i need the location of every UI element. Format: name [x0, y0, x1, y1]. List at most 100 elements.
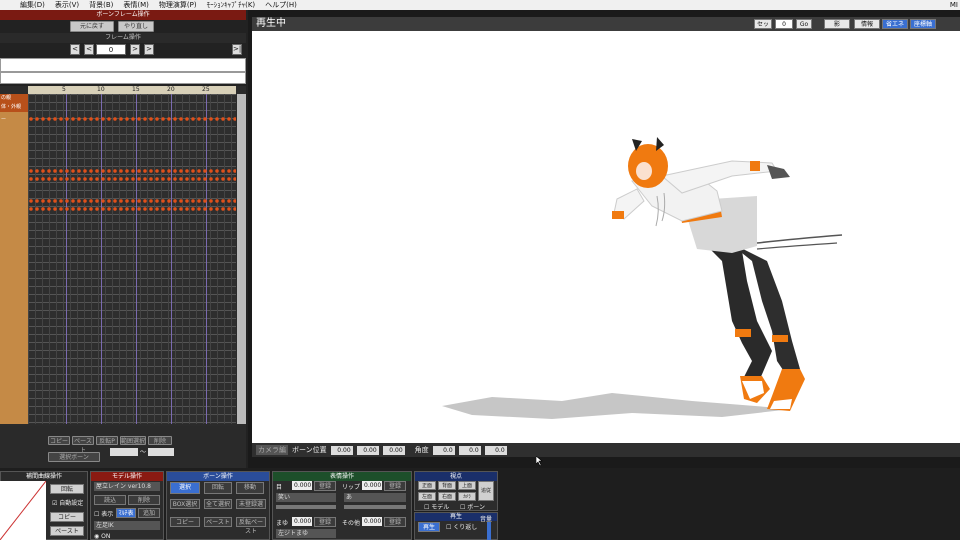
box-select-button[interactable]: BOX選択 [170, 499, 200, 509]
interp-paste-button[interactable]: ペースト [50, 526, 84, 536]
position-x-field[interactable]: 0.00 [330, 445, 353, 455]
other-value-field[interactable]: 0.000 [362, 517, 382, 526]
auto-set-checkbox[interactable]: ☑ 自動設定 [52, 498, 83, 507]
other-register-button[interactable]: 登録 [384, 517, 406, 527]
reverse-paste-button[interactable]: 反転P [96, 436, 118, 445]
play-button[interactable]: 再生 [418, 522, 440, 532]
range-select-button[interactable]: 範囲選択 [120, 436, 146, 445]
paste-button[interactable]: ペースト [72, 436, 94, 454]
model-add-button[interactable]: 追加 [138, 508, 160, 518]
lip-slider[interactable] [344, 505, 406, 509]
range-end-input[interactable] [148, 448, 174, 456]
bone-move-button[interactable]: 移動 [236, 482, 264, 494]
info-button[interactable]: 情報 [854, 19, 880, 29]
bone-select-button[interactable]: 選択 [170, 482, 200, 494]
frame-next-button[interactable]: > [130, 44, 140, 55]
lip-morph-select[interactable]: あ [344, 493, 406, 502]
interp-copy-button[interactable]: コピー [50, 512, 84, 522]
menu-physics[interactable]: 物理演算(P) [159, 0, 197, 10]
3d-viewport[interactable] [252, 31, 960, 443]
view-left-button[interactable]: 左面 [418, 492, 436, 501]
angle-z-field[interactable]: 0.0 [484, 445, 507, 455]
menu-capture[interactable]: ﾓｰｼｮﾝｷｬﾌﾟﾁｬ(K) [207, 0, 256, 10]
eye-value-field[interactable]: 0.000 [292, 481, 312, 490]
camera-edit-button[interactable]: カメラ編 [256, 445, 288, 455]
model-select[interactable]: 屋立レイン ver10.8 [94, 482, 160, 491]
bone-filter-field[interactable] [0, 72, 246, 84]
lip-register-button[interactable]: 登録 [384, 481, 406, 491]
keyframe-row[interactable] [28, 168, 236, 174]
position-y-field[interactable]: 0.00 [356, 445, 379, 455]
timeline-scrollbar[interactable] [237, 94, 246, 424]
copy-button[interactable]: コピー [48, 436, 70, 445]
timeline-grid[interactable] [28, 94, 236, 424]
timeline-label[interactable]: ー [0, 116, 28, 125]
angle-x-field[interactable]: 0.0 [432, 445, 455, 455]
select-all-button[interactable]: 全て選択 [204, 499, 232, 509]
undo-button[interactable]: 元に戻す [70, 21, 114, 32]
eye-slider[interactable] [276, 505, 336, 509]
interp-rotate-button[interactable]: 回転 [50, 484, 84, 494]
track-model-checkbox[interactable]: ☐ モデル [424, 502, 449, 511]
view-track-button[interactable]: 追従 [478, 481, 494, 501]
brow-value-field[interactable]: 0.000 [292, 517, 312, 526]
interp-curve-graph[interactable] [0, 481, 46, 540]
shadow-button[interactable]: 影 [824, 19, 850, 29]
position-z-field[interactable]: 0.00 [382, 445, 405, 455]
volume-slider[interactable] [487, 522, 491, 540]
track-bone-checkbox[interactable]: ☐ ボーン [460, 502, 485, 511]
frame-next-key-button[interactable]: > [144, 44, 154, 55]
view-top-button[interactable]: 上面 [458, 481, 476, 490]
brow-register-button[interactable]: 登録 [314, 517, 336, 527]
view-back-button[interactable]: 背面 [438, 481, 456, 490]
menu-edit[interactable]: 編集(D) [20, 0, 45, 10]
multi-display-toggle[interactable]: ﾏﾙﾁ表 [116, 508, 136, 518]
view-camera-button[interactable]: ｶﾒﾗ [458, 492, 476, 501]
frame-end-button[interactable]: >| [232, 44, 242, 55]
menu-help[interactable]: ヘルプ(H) [265, 0, 297, 10]
lip-value-field[interactable]: 0.000 [362, 481, 382, 490]
on-radio[interactable]: ◉ ON [94, 533, 110, 540]
go-button[interactable]: Go [796, 19, 812, 29]
bone-paste-button[interactable]: ペースト [204, 517, 232, 527]
bone-copy-button[interactable]: コピー [170, 517, 200, 527]
select-unregistered-button[interactable]: 未登録選 [236, 499, 266, 509]
bone-select[interactable]: 左足IK [94, 521, 160, 530]
menu-face[interactable]: 表情(M) [123, 0, 149, 10]
display-checkbox[interactable]: ☐ 表示 [94, 509, 113, 518]
bone-position-label: ボーン位置 [292, 446, 327, 454]
view-right-button[interactable]: 右面 [438, 492, 456, 501]
keyframe-row[interactable] [28, 176, 236, 182]
axis-button[interactable]: 座標軸 [910, 19, 936, 29]
menu-view[interactable]: 表示(V) [55, 0, 79, 10]
timeline-ruler[interactable]: 5 10 15 20 25 [28, 86, 236, 94]
keyframe-row[interactable] [28, 116, 236, 122]
menu-right[interactable]: MI [950, 1, 960, 9]
timeline-label[interactable]: 体・外親 [0, 103, 28, 112]
model-load-button[interactable]: 読込 [94, 495, 126, 505]
angle-y-field[interactable]: 0.0 [458, 445, 481, 455]
frame-prev-key-button[interactable]: < [70, 44, 80, 55]
brow-morph-select[interactable]: 左ジトまゆ [276, 529, 336, 538]
frame-prev-button[interactable]: < [84, 44, 94, 55]
keyframe-row[interactable] [28, 206, 236, 212]
timeline-marker-line [206, 94, 207, 424]
view-front-button[interactable]: 正面 [418, 481, 436, 490]
repeat-checkbox[interactable]: ☐ くり返し [446, 522, 477, 531]
delete-button[interactable]: 削除 [148, 436, 172, 445]
bone-reverse-paste-button[interactable]: 反転ペースト [236, 517, 266, 535]
frame-number-input[interactable]: 0 [96, 44, 126, 55]
keyframe-row[interactable] [28, 198, 236, 204]
set-input[interactable]: 0 [775, 19, 793, 29]
range-start-input[interactable] [110, 448, 138, 456]
menu-background[interactable]: 背景(B) [89, 0, 113, 10]
eye-morph-select[interactable]: 笑い [276, 493, 336, 502]
eco-mode-button[interactable]: 省エネ [882, 19, 908, 29]
bone-name-field[interactable] [0, 58, 246, 72]
model-delete-button[interactable]: 削除 [128, 495, 160, 505]
bone-rotate-button[interactable]: 回転 [204, 482, 232, 494]
eye-register-button[interactable]: 登録 [314, 481, 336, 491]
select-bone-button[interactable]: 選択ボーン [48, 452, 100, 462]
timeline-label[interactable]: の親 [0, 94, 28, 103]
redo-button[interactable]: やり直し [118, 21, 154, 32]
